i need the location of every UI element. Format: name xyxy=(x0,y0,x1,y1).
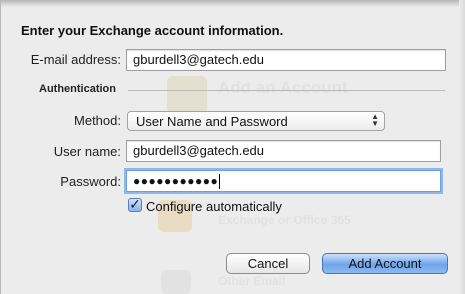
cancel-button[interactable]: Cancel xyxy=(226,253,310,274)
text-caret xyxy=(219,174,221,190)
exchange-account-sheet: Add an Account Exchange or Office 365 Ot… xyxy=(0,0,465,294)
configure-automatically-checkbox[interactable]: ✓ xyxy=(128,196,142,212)
section-divider xyxy=(128,90,445,91)
background-account-icon xyxy=(167,76,207,114)
background-other-icon xyxy=(161,270,191,294)
sheet-top-shadow xyxy=(1,0,465,7)
method-select-value: User Name and Password xyxy=(136,114,288,129)
password-label: Password: xyxy=(60,174,121,189)
checkmark-icon: ✓ xyxy=(129,196,141,212)
background-exchange-label: Exchange or Office 365 xyxy=(218,213,351,227)
sheet-heading: Enter your Exchange account information. xyxy=(21,23,284,38)
sheet-right-edge xyxy=(459,0,465,294)
authentication-section-label: Authentication xyxy=(39,83,116,95)
username-label: User name: xyxy=(53,144,121,159)
email-label: E-mail address: xyxy=(30,52,121,67)
method-select[interactable]: User Name and Password ▲ ▼ xyxy=(127,111,385,131)
background-title: Add an Account xyxy=(218,78,348,97)
username-field[interactable]: gburdell3@gatech.edu xyxy=(126,140,441,162)
method-label: Method: xyxy=(74,113,121,128)
password-field[interactable]: ●●●●●●●●●●● xyxy=(126,170,441,192)
updown-arrows-icon: ▲ ▼ xyxy=(371,112,379,128)
add-account-button[interactable]: Add Account xyxy=(322,253,448,274)
password-masked-value: ●●●●●●●●●●● xyxy=(133,174,219,188)
background-other-label: Other Email xyxy=(218,274,286,288)
email-field[interactable]: gburdell3@gatech.edu xyxy=(126,49,446,71)
configure-automatically-label[interactable]: Configure automatically xyxy=(146,199,282,214)
